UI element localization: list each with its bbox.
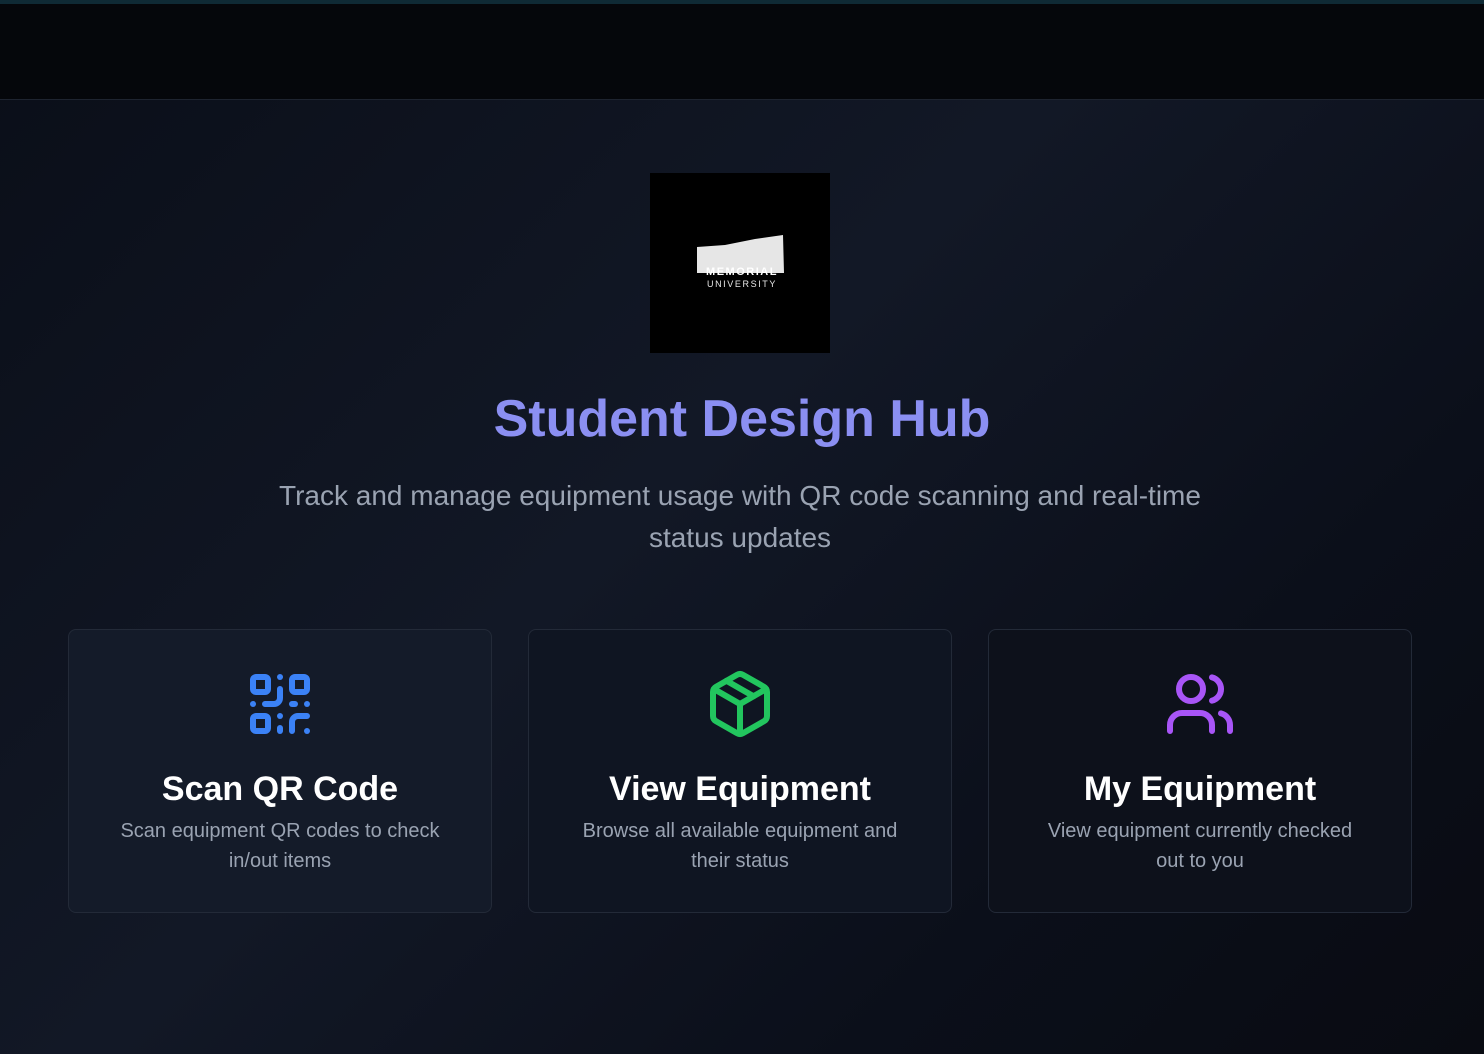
card-title: My Equipment xyxy=(1083,770,1317,808)
navbar: r xyxy=(0,4,1484,100)
users-icon xyxy=(1167,674,1233,734)
package-icon xyxy=(710,671,770,737)
card-description: View equipment currently checked out to … xyxy=(1047,820,1353,872)
university-logo: MEMORIAL UNIVERSITY xyxy=(650,173,830,353)
page-title: Student Design Hub xyxy=(493,390,991,448)
scan-qr-code-card[interactable]: Scan QR Code Scan equipment QR codes to … xyxy=(68,629,492,913)
logo-text-university: UNIVERSITY xyxy=(706,279,777,289)
qr-code-icon xyxy=(250,674,310,735)
card-title: Scan QR Code xyxy=(161,770,399,808)
page: r MEMORIAL UNIVERSITY Student Design Hub… xyxy=(0,0,1484,1054)
card-title: View Equipment xyxy=(609,770,871,808)
card-description: Scan equipment QR codes to check in/out … xyxy=(120,820,440,872)
my-equipment-card[interactable]: My Equipment View equipment currently ch… xyxy=(988,629,1412,913)
page-subtitle: Track and manage equipment usage with QR… xyxy=(279,480,1201,553)
view-equipment-card[interactable]: View Equipment Browse all available equi… xyxy=(528,629,952,913)
logo-text-memorial: MEMORIAL xyxy=(706,266,778,278)
card-description: Browse all available equipment and their… xyxy=(582,820,898,872)
